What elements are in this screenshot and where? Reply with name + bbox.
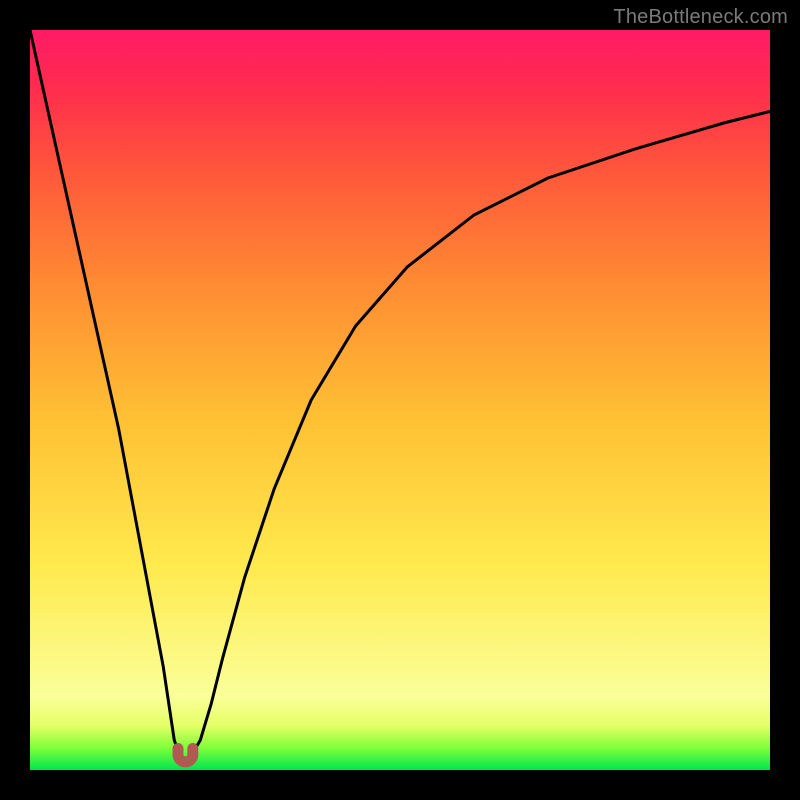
chart-svg — [30, 30, 770, 770]
watermark-text: TheBottleneck.com — [613, 6, 788, 29]
chart-frame: TheBottleneck.com — [0, 0, 800, 800]
bottleneck-curve — [30, 30, 770, 759]
curve-group — [30, 30, 770, 759]
plot-area — [30, 30, 770, 770]
curve-dip-marker — [178, 749, 193, 762]
dip-marker-group — [178, 749, 193, 762]
